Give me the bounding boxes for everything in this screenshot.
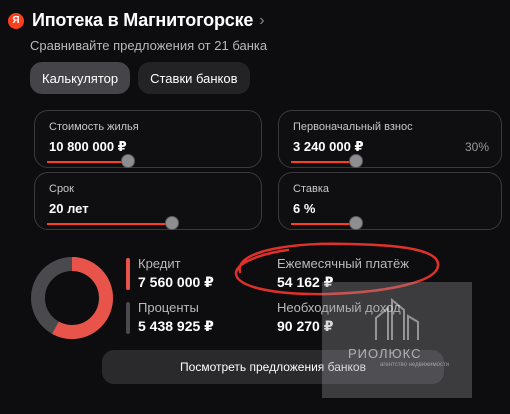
house-logo-icon <box>375 297 419 340</box>
rate-slider-handle[interactable] <box>349 216 363 230</box>
price-value[interactable]: 10 800 000 ₽ <box>49 139 127 155</box>
price-field[interactable]: Стоимость жилья 10 800 000 ₽ <box>34 110 262 168</box>
term-field[interactable]: Срок 20 лет <box>34 172 262 230</box>
term-slider-handle[interactable] <box>165 216 179 230</box>
header: Я Ипотека в Магнитогорске › <box>8 10 265 31</box>
down-payment-value[interactable]: 3 240 000 ₽ <box>293 139 364 155</box>
rate-value[interactable]: 6 % <box>293 201 315 216</box>
rate-slider-track[interactable] <box>291 223 357 225</box>
tabs: Калькулятор Ставки банков <box>30 62 250 94</box>
interest-legend-marker <box>126 302 130 334</box>
watermark-brand: РИОЛЮКС <box>348 346 422 361</box>
payment-donut-chart <box>31 257 113 339</box>
rate-label: Ставка <box>293 183 329 195</box>
term-value[interactable]: 20 лет <box>49 201 89 216</box>
yandex-logo-icon[interactable]: Я <box>8 12 24 29</box>
watermark-overlay: РИОЛЮКС агентство недвижимости <box>322 282 472 398</box>
credit-label: Кредит <box>138 256 181 271</box>
price-slider-track[interactable] <box>47 161 129 163</box>
down-payment-percent: 30% <box>464 140 489 154</box>
down-payment-label: Первоначальный взнос <box>293 121 413 133</box>
price-label: Стоимость жилья <box>49 121 139 133</box>
down-payment-slider-track[interactable] <box>291 161 357 163</box>
page-subtitle: Сравнивайте предложения от 21 банка <box>30 38 268 53</box>
rate-field[interactable]: Ставка 6 % <box>278 172 502 230</box>
tab-bank-rates[interactable]: Ставки банков <box>138 62 250 94</box>
watermark-tagline: агентство недвижимости <box>380 362 450 368</box>
interest-label: Проценты <box>138 300 199 315</box>
interest-value: 5 438 925 ₽ <box>138 318 214 334</box>
monthly-payment-label: Ежемесячный платёж <box>277 256 409 271</box>
term-label: Срок <box>49 183 74 195</box>
credit-legend-marker <box>126 258 130 290</box>
down-payment-field[interactable]: Первоначальный взнос 3 240 000 ₽ 30% <box>278 110 502 168</box>
price-slider-handle[interactable] <box>121 154 135 168</box>
down-payment-slider-handle[interactable] <box>349 154 363 168</box>
tab-calculator[interactable]: Калькулятор <box>30 62 131 94</box>
credit-value: 7 560 000 ₽ <box>138 274 214 290</box>
chevron-right-icon[interactable]: › <box>259 12 264 30</box>
page-title[interactable]: Ипотека в Магнитогорске <box>32 10 253 31</box>
term-slider-track[interactable] <box>47 223 173 225</box>
